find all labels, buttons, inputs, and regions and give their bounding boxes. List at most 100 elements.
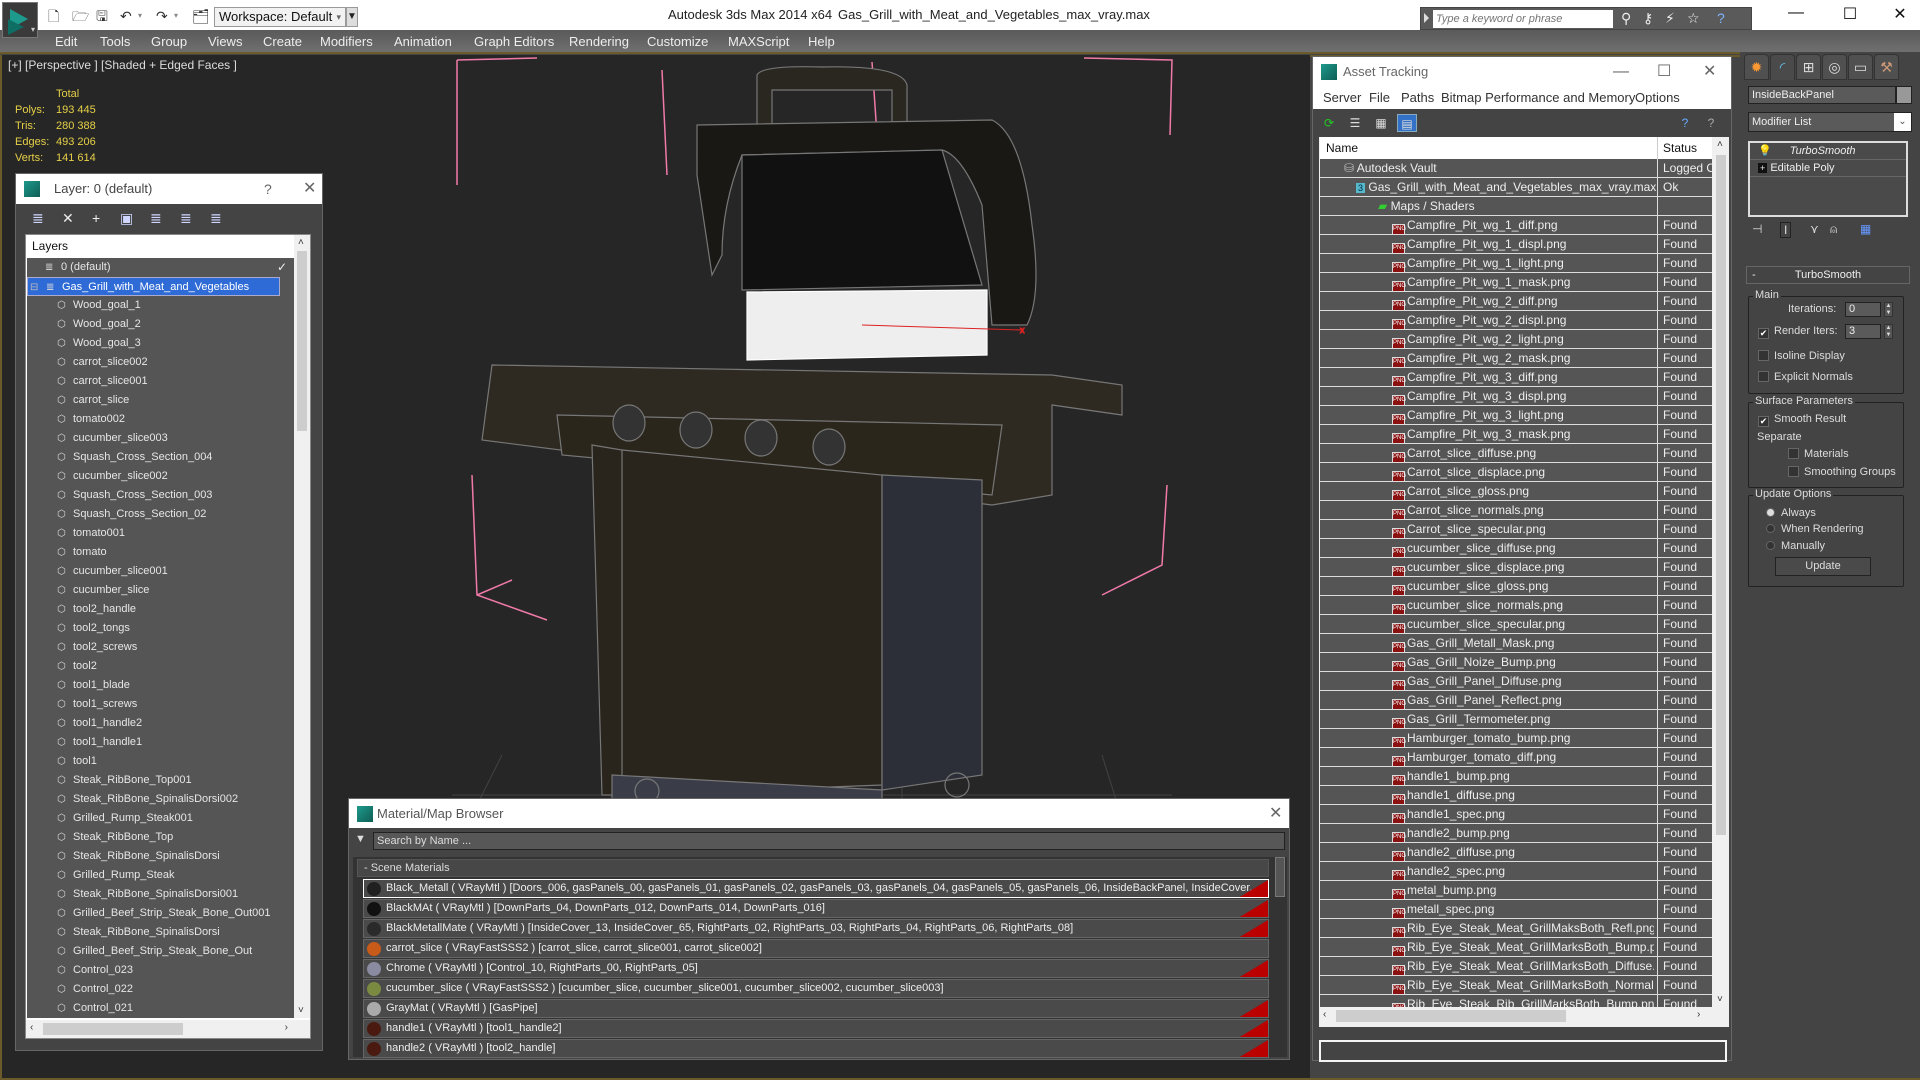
help-icon[interactable]: ? [1675,114,1695,132]
undo-icon[interactable]: ↶ [120,7,132,25]
utilities-tab-icon[interactable]: ⚒ [1874,54,1899,80]
layer-row-selected[interactable]: ⊟ ≣ Gas_Grill_with_Meat_and_Vegetables [27,277,280,296]
asset-row[interactable]: PNGCampfire_Pit_wg_2_mask.png Found [1320,349,1712,368]
asset-tracking-titlebar[interactable]: Asset Tracking — ☐ ✕ [1313,57,1731,87]
remove-modifier-icon[interactable]: ⍝ [1830,222,1837,237]
expand-icon[interactable] [1424,13,1429,23]
iterations-spinner[interactable]: 0 [1845,302,1881,317]
asset-row[interactable]: PNGGas_Grill_Metall_Mask.png Found [1320,634,1712,653]
object-row[interactable]: ⬡ tool2 [27,657,304,676]
asset-row[interactable]: PNGHamburger_tomato_diff.png Found [1320,748,1712,767]
object-row[interactable]: ⬡ Steak_RibBone_Top [27,828,304,847]
object-row[interactable]: ⬡ tomato001 [27,524,304,543]
object-row[interactable]: ⬡ tomato [27,543,304,562]
object-row[interactable]: ⬡ tool2_tongs [27,619,304,638]
asset-row[interactable]: ⛁ Autodesk Vault Logged O [1320,159,1712,178]
asset-row[interactable]: PNGCarrot_slice_normals.png Found [1320,501,1712,520]
asset-row[interactable]: PNGCampfire_Pit_wg_1_mask.png Found [1320,273,1712,292]
asset-row[interactable]: PNGCarrot_slice_gloss.png Found [1320,482,1712,501]
material-row[interactable]: BlackMAt ( VRayMtl ) [DownParts_04, Down… [363,899,1269,918]
object-row[interactable]: ⬡ tool1_blade [27,676,304,695]
menu-rendering[interactable]: Rendering [569,34,629,49]
open-file-icon[interactable]: 🗁 [72,7,89,25]
table-view-icon[interactable]: ▤ [1397,114,1417,132]
asset-row[interactable]: PNGcucumber_slice_displace.png Found [1320,558,1712,577]
object-row[interactable]: ⬡ carrot_slice [27,391,304,410]
redo-icon[interactable]: ↷ [156,7,168,25]
asset-row[interactable]: PNGCampfire_Pit_wg_1_diff.png Found [1320,216,1712,235]
object-row[interactable]: ⬡ Control_022 [27,980,304,999]
menu-graph-editors[interactable]: Graph Editors [474,34,554,49]
object-row[interactable]: ⬡ Grilled_Rump_Steak001 [27,809,304,828]
horizontal-scrollbar[interactable]: ‹ › [1319,1007,1711,1025]
menu-modifiers[interactable]: Modifiers [320,34,373,49]
pin-stack-icon[interactable]: ⊣ [1752,222,1762,236]
keyword-search-input[interactable] [1433,10,1613,28]
asset-row[interactable]: PNGcucumber_slice_normals.png Found [1320,596,1712,615]
layer-row[interactable]: ≣ 0 (default) ✓ [27,258,304,277]
workspace-dropdown[interactable]: Workspace: Default ▾ [214,7,346,27]
object-row[interactable]: ⬡ Grilled_Beef_Strip_Steak_Bone_Out [27,942,304,961]
key-icon[interactable]: ⚷ [1643,10,1653,27]
configure-modifier-sets-icon[interactable]: ▦ [1860,222,1871,236]
material-row[interactable]: BlackMetallMate ( VRayMtl ) [InsideCover… [363,919,1269,938]
asset-row[interactable]: PNGGas_Grill_Termometer.png Found [1320,710,1712,729]
application-button[interactable]: ▾ [2,2,38,38]
menu-animation[interactable]: Animation [394,34,452,49]
project-folder-icon[interactable]: 🗂 [192,7,210,25]
asset-row[interactable]: PNGCampfire_Pit_wg_1_displ.png Found [1320,235,1712,254]
object-row[interactable]: ⬡ carrot_slice001 [27,372,304,391]
object-row[interactable]: ⬡ Squash_Cross_Section_004 [27,448,304,467]
menu-options[interactable]: Options [1635,90,1680,105]
asset-row[interactable]: PNGHamburger_tomato_bump.png Found [1320,729,1712,748]
asset-row[interactable]: PNGhandle1_spec.png Found [1320,805,1712,824]
object-row[interactable]: ⬡ Steak_RibBone_SpinalisDorsi001 [27,885,304,904]
object-row[interactable]: ⬡ tool2_handle [27,600,304,619]
object-row[interactable]: ⬡ Squash_Cross_Section_003 [27,486,304,505]
asset-row[interactable]: PNGCampfire_Pit_wg_3_diff.png Found [1320,368,1712,387]
undo-dropdown-icon[interactable]: ▾ [138,7,142,25]
delete-layer-icon[interactable]: ✕ [62,210,74,227]
collapse-icon[interactable]: ⊟ [30,278,42,297]
close-button[interactable]: ✕ [303,174,316,204]
asset-row[interactable]: PNGGas_Grill_Noize_Bump.png Found [1320,653,1712,672]
select-layer-icon[interactable]: ≣ [150,210,162,227]
layer-dialog-titlebar[interactable]: Layer: 0 (default) ? ✕ [16,174,322,204]
asset-row[interactable]: PNGcucumber_slice_diffuse.png Found [1320,539,1712,558]
asset-row[interactable]: PNGRib_Eye_Steak_Meat_GrillMarksBoth_Dif… [1320,957,1712,976]
material-row[interactable]: carrot_slice ( VRayFastSSS2 ) [carrot_sl… [363,939,1269,958]
object-name-field[interactable]: InsideBackPanel [1748,86,1896,104]
explicit-normals-row[interactable]: Explicit Normals [1758,371,1853,383]
motion-tab-icon[interactable]: ◎ [1822,54,1847,80]
asset-row[interactable]: PNGRib_Eye_Steak_Meat_GrillMaksBoth_Refl… [1320,919,1712,938]
render-iters-row[interactable]: ✔ Render Iters: [1758,325,1838,339]
save-icon[interactable]: 🖫 [96,7,108,25]
asset-row[interactable]: PNGmetall_spec.png Found [1320,900,1712,919]
object-row[interactable]: ⬡ carrot_slice002 [27,353,304,372]
binoculars-icon[interactable]: ⚲ [1621,10,1631,27]
menu-group[interactable]: Group [151,34,187,49]
object-row[interactable]: ⬡ cucumber_slice001 [27,562,304,581]
display-tab-icon[interactable]: ▭ [1848,54,1873,80]
material-row[interactable]: Black_Metall ( VRayMtl ) [Doors_006, gas… [363,879,1269,898]
asset-row[interactable]: PNGcucumber_slice_specular.png Found [1320,615,1712,634]
refresh-icon[interactable]: ⟳ [1319,114,1339,132]
asset-row[interactable]: PNGmetal_bump.png Found [1320,881,1712,900]
asset-row[interactable]: PNGCarrot_slice_specular.png Found [1320,520,1712,539]
list-view-icon[interactable]: ☰ [1345,114,1365,132]
new-file-icon[interactable]: 🗋 [48,7,59,25]
material-row[interactable]: handle1 ( VRayMtl ) [tool1_handle2] [363,1019,1269,1038]
stack-item-turbosmooth[interactable]: 💡 TurboSmooth [1750,143,1906,160]
show-end-result-icon[interactable]: I [1780,222,1792,238]
stack-item-editable-poly[interactable]: + Editable Poly [1750,160,1906,177]
object-row[interactable]: ⬡ Wood_goal_1 [27,296,304,315]
object-row[interactable]: ⬡ Grilled_Beef_Strip_Steak_Bone_Out001 [27,904,304,923]
asset-row[interactable]: PNGhandle2_bump.png Found [1320,824,1712,843]
object-row[interactable]: ⬡ Grilled_Rump_Steak [27,866,304,885]
thumbnail-view-icon[interactable]: ▦ [1371,114,1391,132]
radio-when-rendering[interactable]: When Rendering [1766,523,1864,535]
object-row[interactable]: ⬡ Control_023 [27,961,304,980]
materials-checkbox[interactable] [1788,448,1799,459]
object-row[interactable]: ⬡ tool1_handle2 [27,714,304,733]
help-disabled-icon[interactable]: ? [1701,114,1721,132]
